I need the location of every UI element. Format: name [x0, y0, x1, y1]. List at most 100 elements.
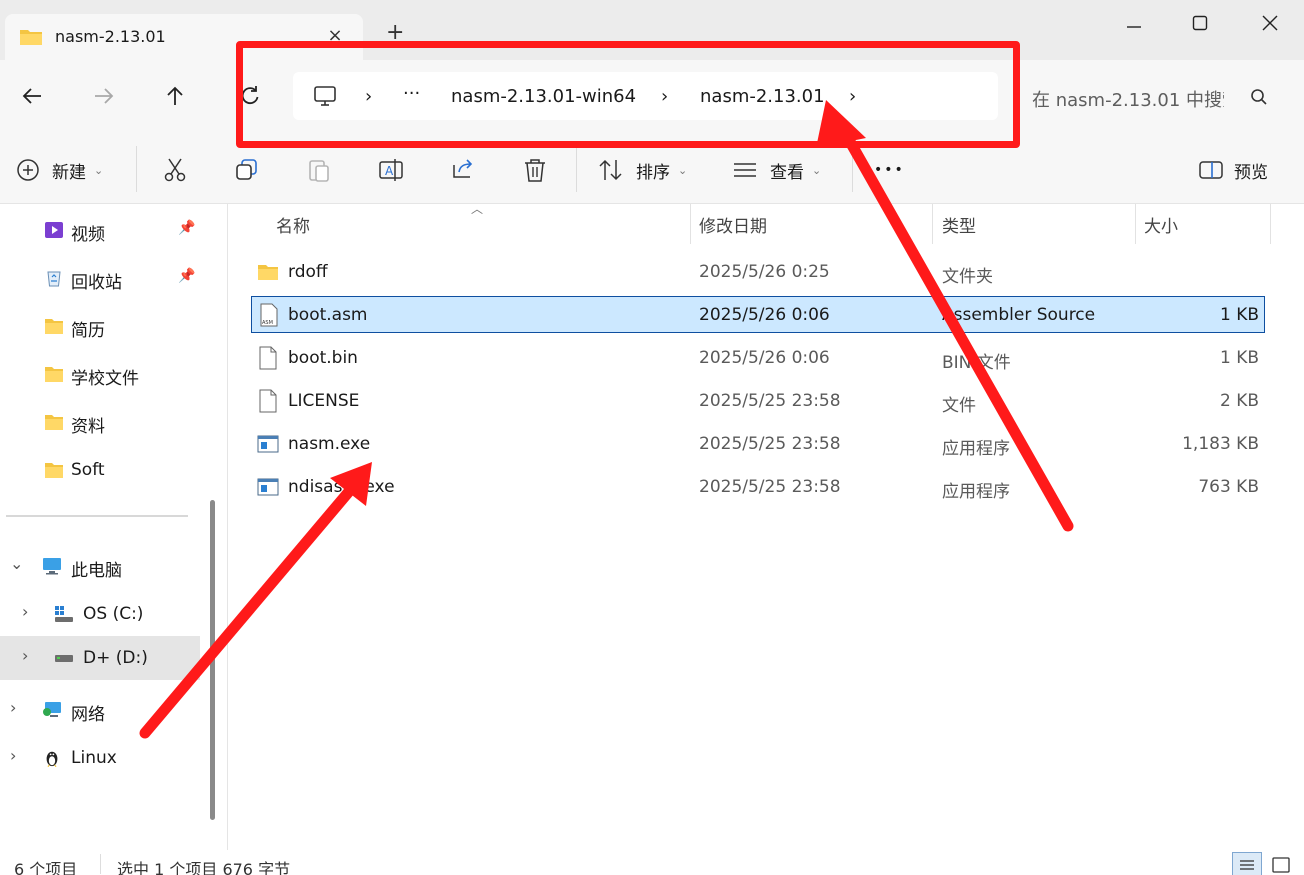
close-icon: [1262, 15, 1278, 31]
sort-button[interactable]: 排序 ⌄: [598, 156, 687, 184]
file-type: 文件: [942, 396, 976, 416]
column-header-type[interactable]: 类型: [942, 212, 976, 248]
chevron-right-icon[interactable]: ›: [22, 646, 28, 665]
tiles-view-button[interactable]: [1268, 852, 1298, 875]
chevron-right-icon[interactable]: ›: [22, 602, 28, 621]
sidebar-label: Linux: [71, 748, 117, 768]
search-box[interactable]: 在 nasm-2.13.01 中搜索: [1018, 72, 1288, 120]
file-icon: [259, 389, 277, 413]
annotation-highlight-box: [236, 41, 1020, 148]
arrow-up-icon: [167, 86, 183, 105]
sidebar-scrollbar[interactable]: [210, 500, 215, 820]
chevron-down-icon: ⌄: [678, 163, 688, 177]
column-header-name[interactable]: 名称: [276, 212, 310, 248]
file-modified: 2025/5/25 23:58: [699, 434, 841, 454]
maximize-button[interactable]: [1180, 8, 1220, 38]
sidebar-item-this-pc[interactable]: ⌄ 此电脑: [0, 544, 200, 588]
folder-icon: [45, 415, 63, 430]
sidebar-item-linux[interactable]: › Linux: [0, 736, 200, 780]
table-row[interactable]: nasm.exe 2025/5/25 23:58 应用程序 1,183 KB: [251, 426, 1265, 463]
sidebar-item-drive-c[interactable]: › OS (C:): [0, 592, 200, 636]
table-row[interactable]: boot.bin 2025/5/26 0:06 BIN 文件 1 KB: [251, 340, 1265, 377]
sidebar-label: OS (C:): [83, 604, 144, 624]
sidebar-item-network[interactable]: › 网络: [0, 688, 200, 732]
sidebar-item-drive-d[interactable]: › D+ (D:): [0, 636, 200, 680]
search-input[interactable]: 在 nasm-2.13.01 中搜索: [1032, 86, 1224, 112]
share-button[interactable]: [450, 156, 476, 184]
sidebar-label: D+ (D:): [83, 648, 148, 668]
sidebar-item-resume[interactable]: 简历: [0, 304, 200, 348]
minimize-button[interactable]: [1114, 8, 1154, 38]
sidebar-label: 回收站: [71, 273, 122, 293]
more-options-button[interactable]: •••: [874, 156, 905, 184]
sort-ascending-icon: ︿: [471, 202, 484, 216]
copy-icon: [236, 159, 257, 180]
file-modified: 2025/5/25 23:58: [699, 391, 841, 411]
file-name: LICENSE: [288, 391, 360, 411]
tab-title: nasm-2.13.01: [55, 27, 166, 46]
forward-button[interactable]: [86, 78, 122, 114]
new-label: 新建: [52, 162, 86, 183]
details-view-button[interactable]: [1232, 852, 1262, 875]
column-divider[interactable]: [690, 204, 691, 244]
column-header-modified[interactable]: 修改日期: [699, 212, 767, 248]
column-divider[interactable]: [1135, 204, 1136, 244]
svg-text:ASM: ASM: [262, 320, 273, 326]
file-size: 1 KB: [1219, 305, 1259, 325]
file-modified: 2025/5/26 0:25: [699, 262, 830, 282]
chevron-down-icon: ⌄: [94, 163, 104, 177]
sidebar-label: 此电脑: [71, 561, 122, 581]
file-name: ndisasm.exe: [288, 477, 395, 497]
sidebar-label: 资料: [71, 417, 105, 437]
sidebar-label: 网络: [71, 705, 105, 725]
column-divider[interactable]: [932, 204, 933, 244]
back-button[interactable]: [14, 78, 50, 114]
column-header-size[interactable]: 大小: [1144, 212, 1178, 248]
preview-pane-icon: [1199, 161, 1223, 179]
file-modified: 2025/5/26 0:06: [699, 348, 830, 368]
clipboard-icon: [309, 160, 329, 182]
delete-button[interactable]: [522, 156, 548, 184]
asm-file-icon: ASM: [260, 303, 278, 327]
file-modified: 2025/5/26 0:06: [699, 305, 830, 325]
file-name: boot.asm: [288, 305, 368, 325]
computer-icon: [43, 558, 61, 575]
rename-icon: A: [379, 159, 403, 181]
table-row-selected[interactable]: ASM boot.asm 2025/5/26 0:06 Assembler So…: [251, 296, 1265, 333]
sidebar-label: 学校文件: [71, 369, 139, 389]
sidebar-item-materials[interactable]: 资料: [0, 400, 200, 444]
chevron-down-icon[interactable]: ⌄: [10, 554, 23, 573]
up-button[interactable]: [157, 78, 193, 114]
sidebar-label: 视频: [71, 225, 105, 245]
sidebar-item-videos[interactable]: 视频 📌: [0, 208, 200, 252]
new-button[interactable]: 新建 ⌄: [16, 156, 103, 184]
rename-button[interactable]: A: [378, 156, 404, 184]
cut-button[interactable]: [162, 156, 188, 184]
file-type: 应用程序: [942, 439, 1010, 459]
paste-button[interactable]: [306, 156, 332, 184]
copy-button[interactable]: [234, 156, 260, 184]
pin-icon[interactable]: 📌: [178, 268, 195, 284]
table-row[interactable]: ndisasm.exe 2025/5/25 23:58 应用程序 763 KB: [251, 469, 1265, 506]
view-button[interactable]: 查看 ⌄: [732, 156, 821, 184]
view-label: 查看: [770, 162, 804, 183]
preview-pane-button[interactable]: 预览: [1198, 156, 1268, 184]
sidebar-item-recycle-bin[interactable]: 回收站 📌: [0, 256, 200, 300]
table-row[interactable]: LICENSE 2025/5/25 23:58 文件 2 KB: [251, 383, 1265, 420]
trash-icon: [525, 159, 545, 182]
preview-label: 预览: [1234, 162, 1268, 183]
column-divider[interactable]: [1270, 204, 1271, 244]
view-list-icon: [734, 163, 756, 177]
chevron-right-icon[interactable]: ›: [10, 698, 16, 717]
table-row[interactable]: rdoff 2025/5/26 0:25 文件夹: [251, 254, 1265, 291]
windows-drive-icon: [55, 606, 73, 622]
close-window-button[interactable]: [1250, 8, 1290, 38]
share-icon: [453, 159, 473, 178]
details-view-icon: [1240, 860, 1254, 870]
sidebar-item-school-files[interactable]: 学校文件: [0, 352, 200, 396]
sidebar-item-soft[interactable]: Soft: [0, 448, 200, 492]
svg-text:A: A: [385, 164, 394, 178]
pin-icon[interactable]: 📌: [178, 220, 195, 236]
status-bar: 6 个项目 选中 1 个项目 676 字节: [0, 850, 1304, 875]
chevron-right-icon[interactable]: ›: [10, 746, 16, 765]
